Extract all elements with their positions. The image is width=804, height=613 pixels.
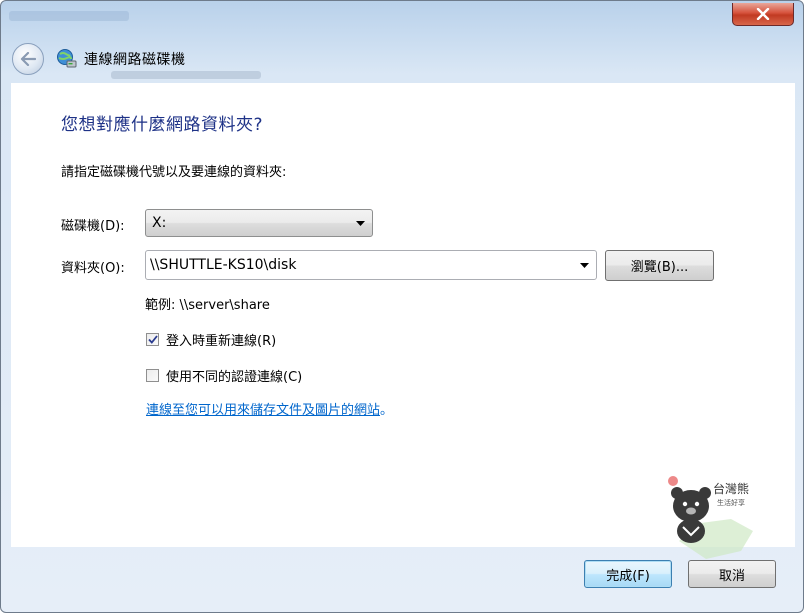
dropdown-arrow-icon[interactable] xyxy=(576,262,592,268)
cancel-button[interactable]: 取消 xyxy=(688,560,776,588)
reconnect-label: 登入時重新連線(R) xyxy=(166,334,277,349)
instruction-text: 請指定磁碟機代號以及要連線的資料夾: xyxy=(61,165,287,180)
drive-label: 磁碟機(D): xyxy=(61,219,125,234)
dropdown-arrow-icon xyxy=(352,220,368,226)
watermark-brand: 台灣熊 xyxy=(713,481,749,496)
finish-button[interactable]: 完成(F) xyxy=(584,560,672,588)
drive-select[interactable]: X: xyxy=(145,209,373,237)
dialog-window: 連線網路磁碟機 您想對應什麼網路資料夾? 請指定磁碟機代號以及要連線的資料夾: … xyxy=(0,0,804,613)
link-suffix: 。 xyxy=(380,403,394,418)
network-drive-icon xyxy=(57,49,77,68)
website-link[interactable]: 連線至您可以用來儲存文件及圖片的網站 xyxy=(146,403,380,418)
back-arrow-icon xyxy=(20,52,36,66)
folder-label: 資料夾(O): xyxy=(61,261,125,276)
close-button[interactable] xyxy=(732,3,794,26)
different-credentials-checkbox[interactable] xyxy=(146,369,159,382)
folder-combobox[interactable] xyxy=(145,250,597,280)
watermark-subtext: 生活好享 xyxy=(717,498,745,507)
titlebar-background xyxy=(9,11,129,21)
folder-input[interactable] xyxy=(146,250,576,280)
close-icon xyxy=(756,8,770,20)
browse-button[interactable]: 瀏覽(B)... xyxy=(605,250,714,281)
back-button[interactable] xyxy=(12,43,44,75)
dialog-footer: 完成(F) 取消 xyxy=(11,547,795,607)
background-window-text xyxy=(111,71,261,79)
different-credentials-option[interactable]: 使用不同的認證連線(C) xyxy=(146,366,302,385)
page-heading: 您想對應什麼網路資料夾? xyxy=(61,115,264,135)
reconnect-checkbox[interactable] xyxy=(146,333,159,346)
checkmark-icon xyxy=(147,335,158,344)
different-credentials-label: 使用不同的認證連線(C) xyxy=(166,370,303,385)
reconnect-option[interactable]: 登入時重新連線(R) xyxy=(146,330,276,349)
website-link-row: 連線至您可以用來儲存文件及圖片的網站。 xyxy=(146,399,393,418)
example-text: 範例: \\server\share xyxy=(145,298,270,313)
drive-select-value: X: xyxy=(152,215,167,231)
window-title: 連線網路磁碟機 xyxy=(84,52,186,68)
